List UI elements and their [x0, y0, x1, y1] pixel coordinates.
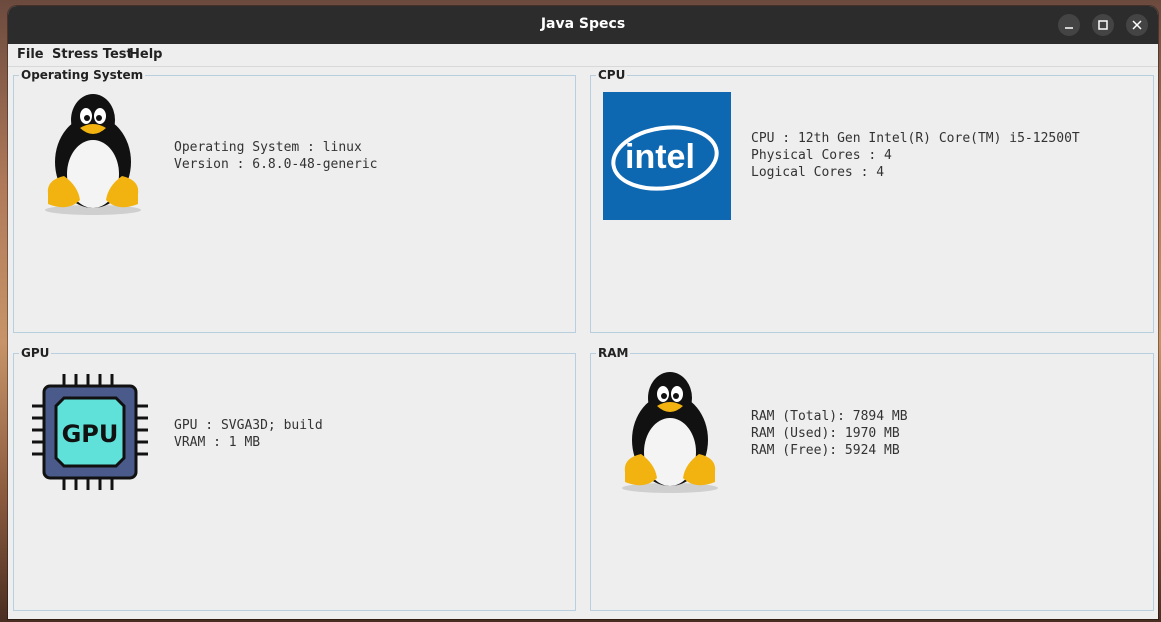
os-name-text: Operating System : linux [174, 140, 362, 155]
os-panel-title: Operating System [19, 68, 146, 82]
gpu-panel-title: GPU [19, 346, 52, 360]
menu-help[interactable]: Help [129, 47, 162, 62]
close-icon [1132, 20, 1142, 30]
cpu-logical-cores-text: Logical Cores : 4 [751, 165, 885, 180]
cpu-panel: CPU intel CPU : 12th Gen Intel(R) Core(T… [590, 68, 1154, 333]
intel-logo-text: intel [625, 138, 695, 176]
linux-tux-icon [45, 94, 141, 215]
ram-free-text: RAM (Free): 5924 MB [751, 443, 900, 458]
ram-panel: RAM RAM (Total): 7894 MB RAM (Used): 197… [590, 346, 1154, 611]
maximize-icon [1098, 20, 1108, 30]
cpu-panel-title: CPU [596, 68, 628, 82]
gpu-name-text: GPU : SVGA3D; build [174, 418, 323, 433]
intel-logo-icon: intel [603, 92, 731, 220]
maximize-button[interactable] [1092, 14, 1114, 36]
os-version-text: Version : 6.8.0-48-generic [174, 157, 378, 172]
gpu-panel: GPU GPU GPU : SVGA3D; build VRAM : 1 MB [13, 346, 576, 611]
cpu-physical-cores-text: Physical Cores : 4 [751, 148, 892, 163]
minimize-icon [1065, 27, 1073, 29]
minimize-button[interactable] [1058, 14, 1080, 36]
ram-total-text: RAM (Total): 7894 MB [751, 409, 908, 424]
gpu-vram-text: VRAM : 1 MB [174, 435, 261, 450]
app-window: Java Specs File Stress Test Help Operati… [8, 6, 1158, 619]
linux-tux-icon [622, 372, 718, 493]
title-bar[interactable]: Java Specs [8, 6, 1158, 44]
menu-stress-test[interactable]: Stress Test [52, 47, 133, 62]
menu-bar: File Stress Test Help [8, 44, 1158, 67]
ram-panel-title: RAM [596, 346, 631, 360]
menu-file[interactable]: File [17, 47, 44, 62]
gpu-chip-label: GPU [62, 420, 119, 448]
gpu-chip-icon: GPU [32, 374, 148, 490]
window-title: Java Specs [540, 16, 626, 32]
os-panel: Operating System Operating System : linu… [13, 68, 576, 333]
close-button[interactable] [1126, 14, 1148, 36]
ram-used-text: RAM (Used): 1970 MB [751, 426, 900, 441]
cpu-model-text: CPU : 12th Gen Intel(R) Core(TM) i5-1250… [751, 131, 1080, 146]
